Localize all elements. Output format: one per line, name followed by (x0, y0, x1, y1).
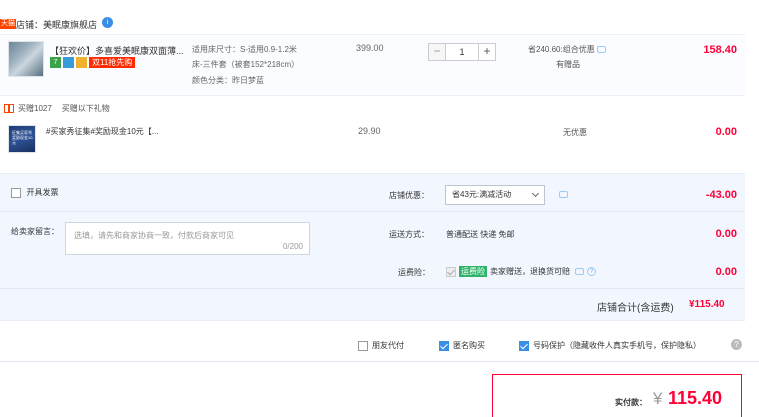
spec-color: 颜色分类：昨日梦蓝 (192, 76, 264, 85)
insurance-total: 0.00 (715, 266, 737, 278)
insurance-chat-icon[interactable] (575, 268, 584, 275)
store-total-label: 店铺合计(含运费) (597, 303, 674, 314)
item-gift-note: 有赠品 (556, 60, 580, 69)
invoice-checkbox[interactable] (11, 187, 21, 198)
quantity-plus-button[interactable]: + (478, 43, 496, 61)
insurance-checkbox (446, 266, 456, 277)
gift-promo: 无优惠 (563, 128, 587, 137)
invoice-option[interactable]: 开具发票 (11, 187, 59, 198)
product-service-icons: 7 双11抢先购 (50, 57, 136, 68)
item-promo: 省240.60:组合优惠 (528, 44, 606, 55)
quantity-input[interactable]: 1 (446, 43, 478, 61)
quantity-stepper: − 1 + (428, 43, 496, 61)
gift-label: 买赠1027 (18, 104, 52, 113)
friend-pay-option[interactable]: 朋友代付 (358, 340, 404, 351)
help-icon[interactable]: ? (731, 339, 742, 350)
insurance-label: 运费险： (398, 268, 430, 277)
number-protect-checkbox[interactable] (519, 340, 529, 351)
chat-icon[interactable] (596, 46, 606, 54)
anonymous-label: 匿名购买 (453, 341, 485, 350)
store-name[interactable]: 店铺：美眠康旗舰店 (16, 18, 97, 31)
number-protect-option[interactable]: 号码保护（隐藏收件人真实手机号，保护隐私） (519, 340, 701, 351)
chevron-down-icon (531, 189, 540, 198)
spec-set: 床-三件套（被套152*218cm） (192, 60, 300, 69)
seven-day-return-icon: 7 (50, 57, 61, 68)
shipping-label: 运送方式： (389, 230, 429, 239)
unit-price: 399.00 (356, 43, 384, 53)
product-title[interactable]: 【狂欢价】多喜爱美眠康双面薄... (50, 44, 186, 57)
tmall-store-tag: 天猫 (0, 19, 16, 29)
discount-total: -43.00 (705, 189, 737, 201)
store-info-icon[interactable]: i (102, 17, 113, 28)
payment-amount: 115.40 (668, 388, 723, 408)
spec-size: 适用床尺寸：S-适用0.9-1.2米 (192, 45, 297, 54)
divider (0, 361, 759, 362)
message-label: 给卖家留言： (11, 227, 59, 236)
promo-tag: 双11抢先购 (89, 57, 136, 68)
insurance-option: 运费险 卖家赠送，退换货可赔 ? (446, 266, 596, 277)
quantity-minus-button[interactable]: − (428, 43, 446, 61)
anonymous-checkbox[interactable] (439, 340, 449, 351)
anonymous-option[interactable]: 匿名购买 (439, 340, 485, 351)
invoice-label: 开具发票 (26, 188, 59, 197)
discount-select[interactable]: 省43元:满减活动 (445, 185, 545, 205)
store-total-value: ¥115.40 (689, 299, 725, 310)
payment-currency: ¥ (653, 389, 663, 408)
friend-pay-label: 朋友代付 (372, 341, 404, 350)
gift-total: 0.00 (715, 126, 737, 138)
gift-price: 29.90 (358, 126, 381, 136)
divider (0, 288, 745, 289)
gift-header: 买赠1027 买赠以下礼物 (4, 103, 110, 114)
gift-thumbnail[interactable]: 征集买家秀 奖励现金10元 (8, 125, 36, 153)
message-placeholder: 选填，请先和商家协商一致，付款后商家可见 (74, 231, 234, 240)
product-thumbnail[interactable] (8, 41, 44, 77)
payment-summary: 实付款： ¥ 115.40 (492, 374, 742, 417)
message-char-count: 0/200 (282, 242, 303, 251)
guarantee-icon (63, 57, 74, 68)
friend-pay-checkbox[interactable] (358, 340, 368, 351)
shipping-total: 0.00 (715, 228, 737, 240)
shipping-value: 普通配送 快递 免邮 (446, 230, 515, 239)
credit-card-icon (76, 57, 87, 68)
number-protect-label: 号码保护（隐藏收件人真实手机号，保护隐私） (533, 341, 701, 350)
gift-icon (4, 104, 14, 113)
insurance-value: 卖家赠送，退换货可赔 (490, 267, 570, 276)
item-promo-text: 省240.60:组合优惠 (528, 45, 595, 54)
discount-label: 店铺优惠： (389, 191, 429, 200)
insurance-help-icon[interactable]: ? (587, 267, 596, 276)
item-total: 158.40 (703, 44, 737, 56)
payment-label: 实付款： (615, 398, 647, 407)
discount-value: 省43元:满减活动 (452, 190, 512, 199)
gift-sub-label: 买赠以下礼物 (61, 104, 110, 113)
gift-title[interactable]: #买家秀征集#奖励现金10元【... (46, 126, 158, 137)
divider (0, 211, 745, 212)
insurance-tag: 运费险 (459, 266, 487, 277)
seller-message-input[interactable]: 选填，请先和商家协商一致，付款后商家可见 0/200 (65, 222, 310, 255)
discount-chat-icon[interactable] (559, 191, 568, 198)
gift-thumbnail-text: 征集买家秀 奖励现金10元 (12, 130, 33, 145)
